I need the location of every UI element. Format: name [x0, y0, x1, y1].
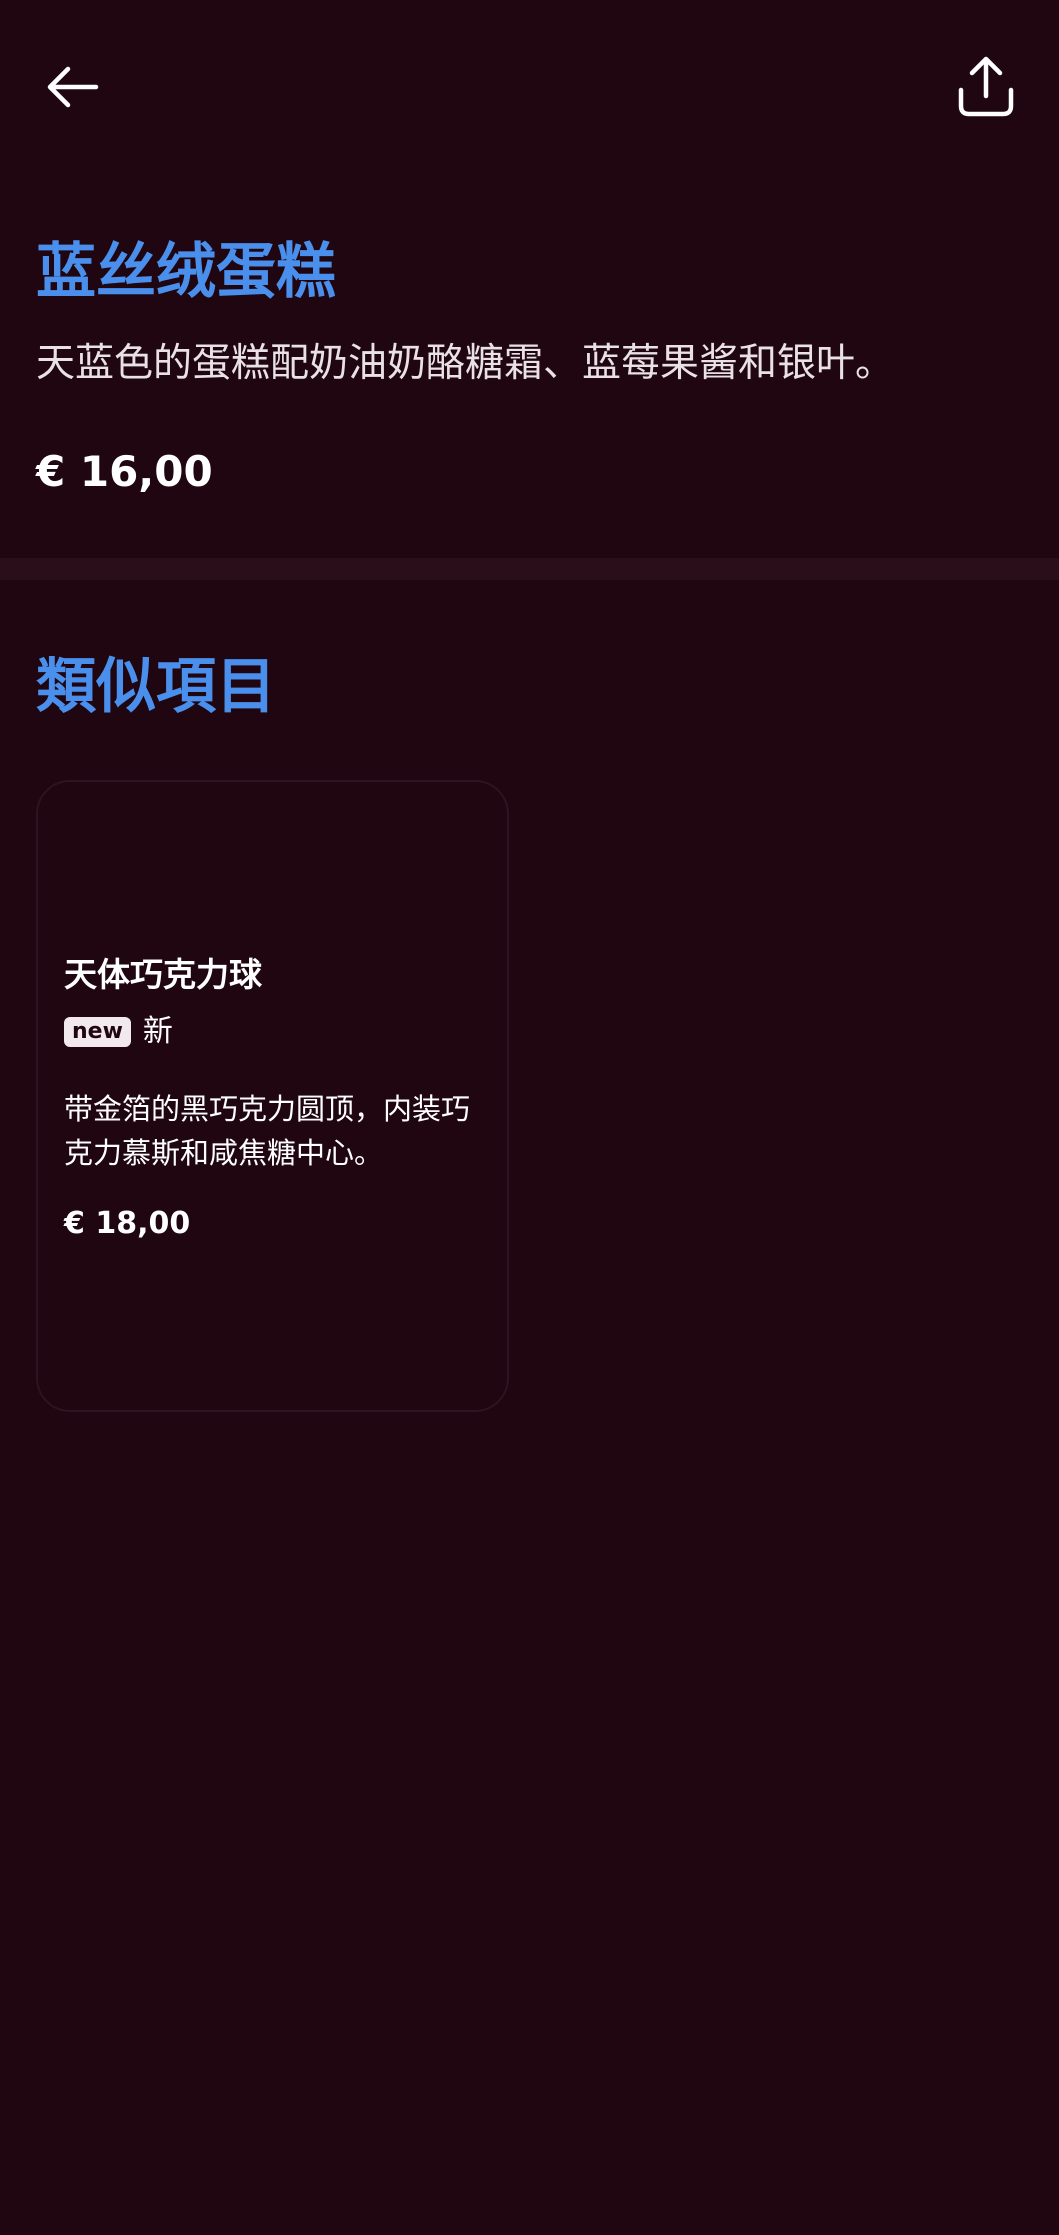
arrow-left-icon [47, 66, 99, 108]
top-bar [0, 0, 1059, 170]
similar-item-description: 带金箔的黑巧克力圆顶，内装巧克力慕斯和咸焦糖中心。 [64, 1092, 471, 1170]
similar-items-heading: 類似項目 [36, 652, 276, 722]
new-badge: new [64, 1017, 131, 1047]
product-details: 蓝丝绒蛋糕 天蓝色的蛋糕配奶油奶酪糖霜、蓝莓果酱和银叶。 € 16,00 [36, 230, 1026, 500]
share-button[interactable] [944, 45, 1028, 129]
product-description: 天蓝色的蛋糕配奶油奶酪糖霜、蓝莓果酱和银叶。 [36, 341, 895, 386]
section-divider [0, 558, 1059, 580]
back-button[interactable] [30, 45, 114, 129]
similar-item-price: € 18,00 [64, 1206, 191, 1241]
share-icon [958, 56, 1014, 117]
similar-item-card[interactable]: 天体巧克力球 new 新 带金箔的黑巧克力圆顶，内装巧克力慕斯和咸焦糖中心。 €… [36, 780, 509, 1412]
new-badge-label: 新 [142, 1014, 173, 1049]
product-title: 蓝丝绒蛋糕 [36, 237, 336, 307]
similar-item-name: 天体巧克力球 [64, 955, 262, 994]
similar-item-badge-row: new 新 [64, 1012, 173, 1052]
product-price: € 16,00 [36, 447, 213, 496]
